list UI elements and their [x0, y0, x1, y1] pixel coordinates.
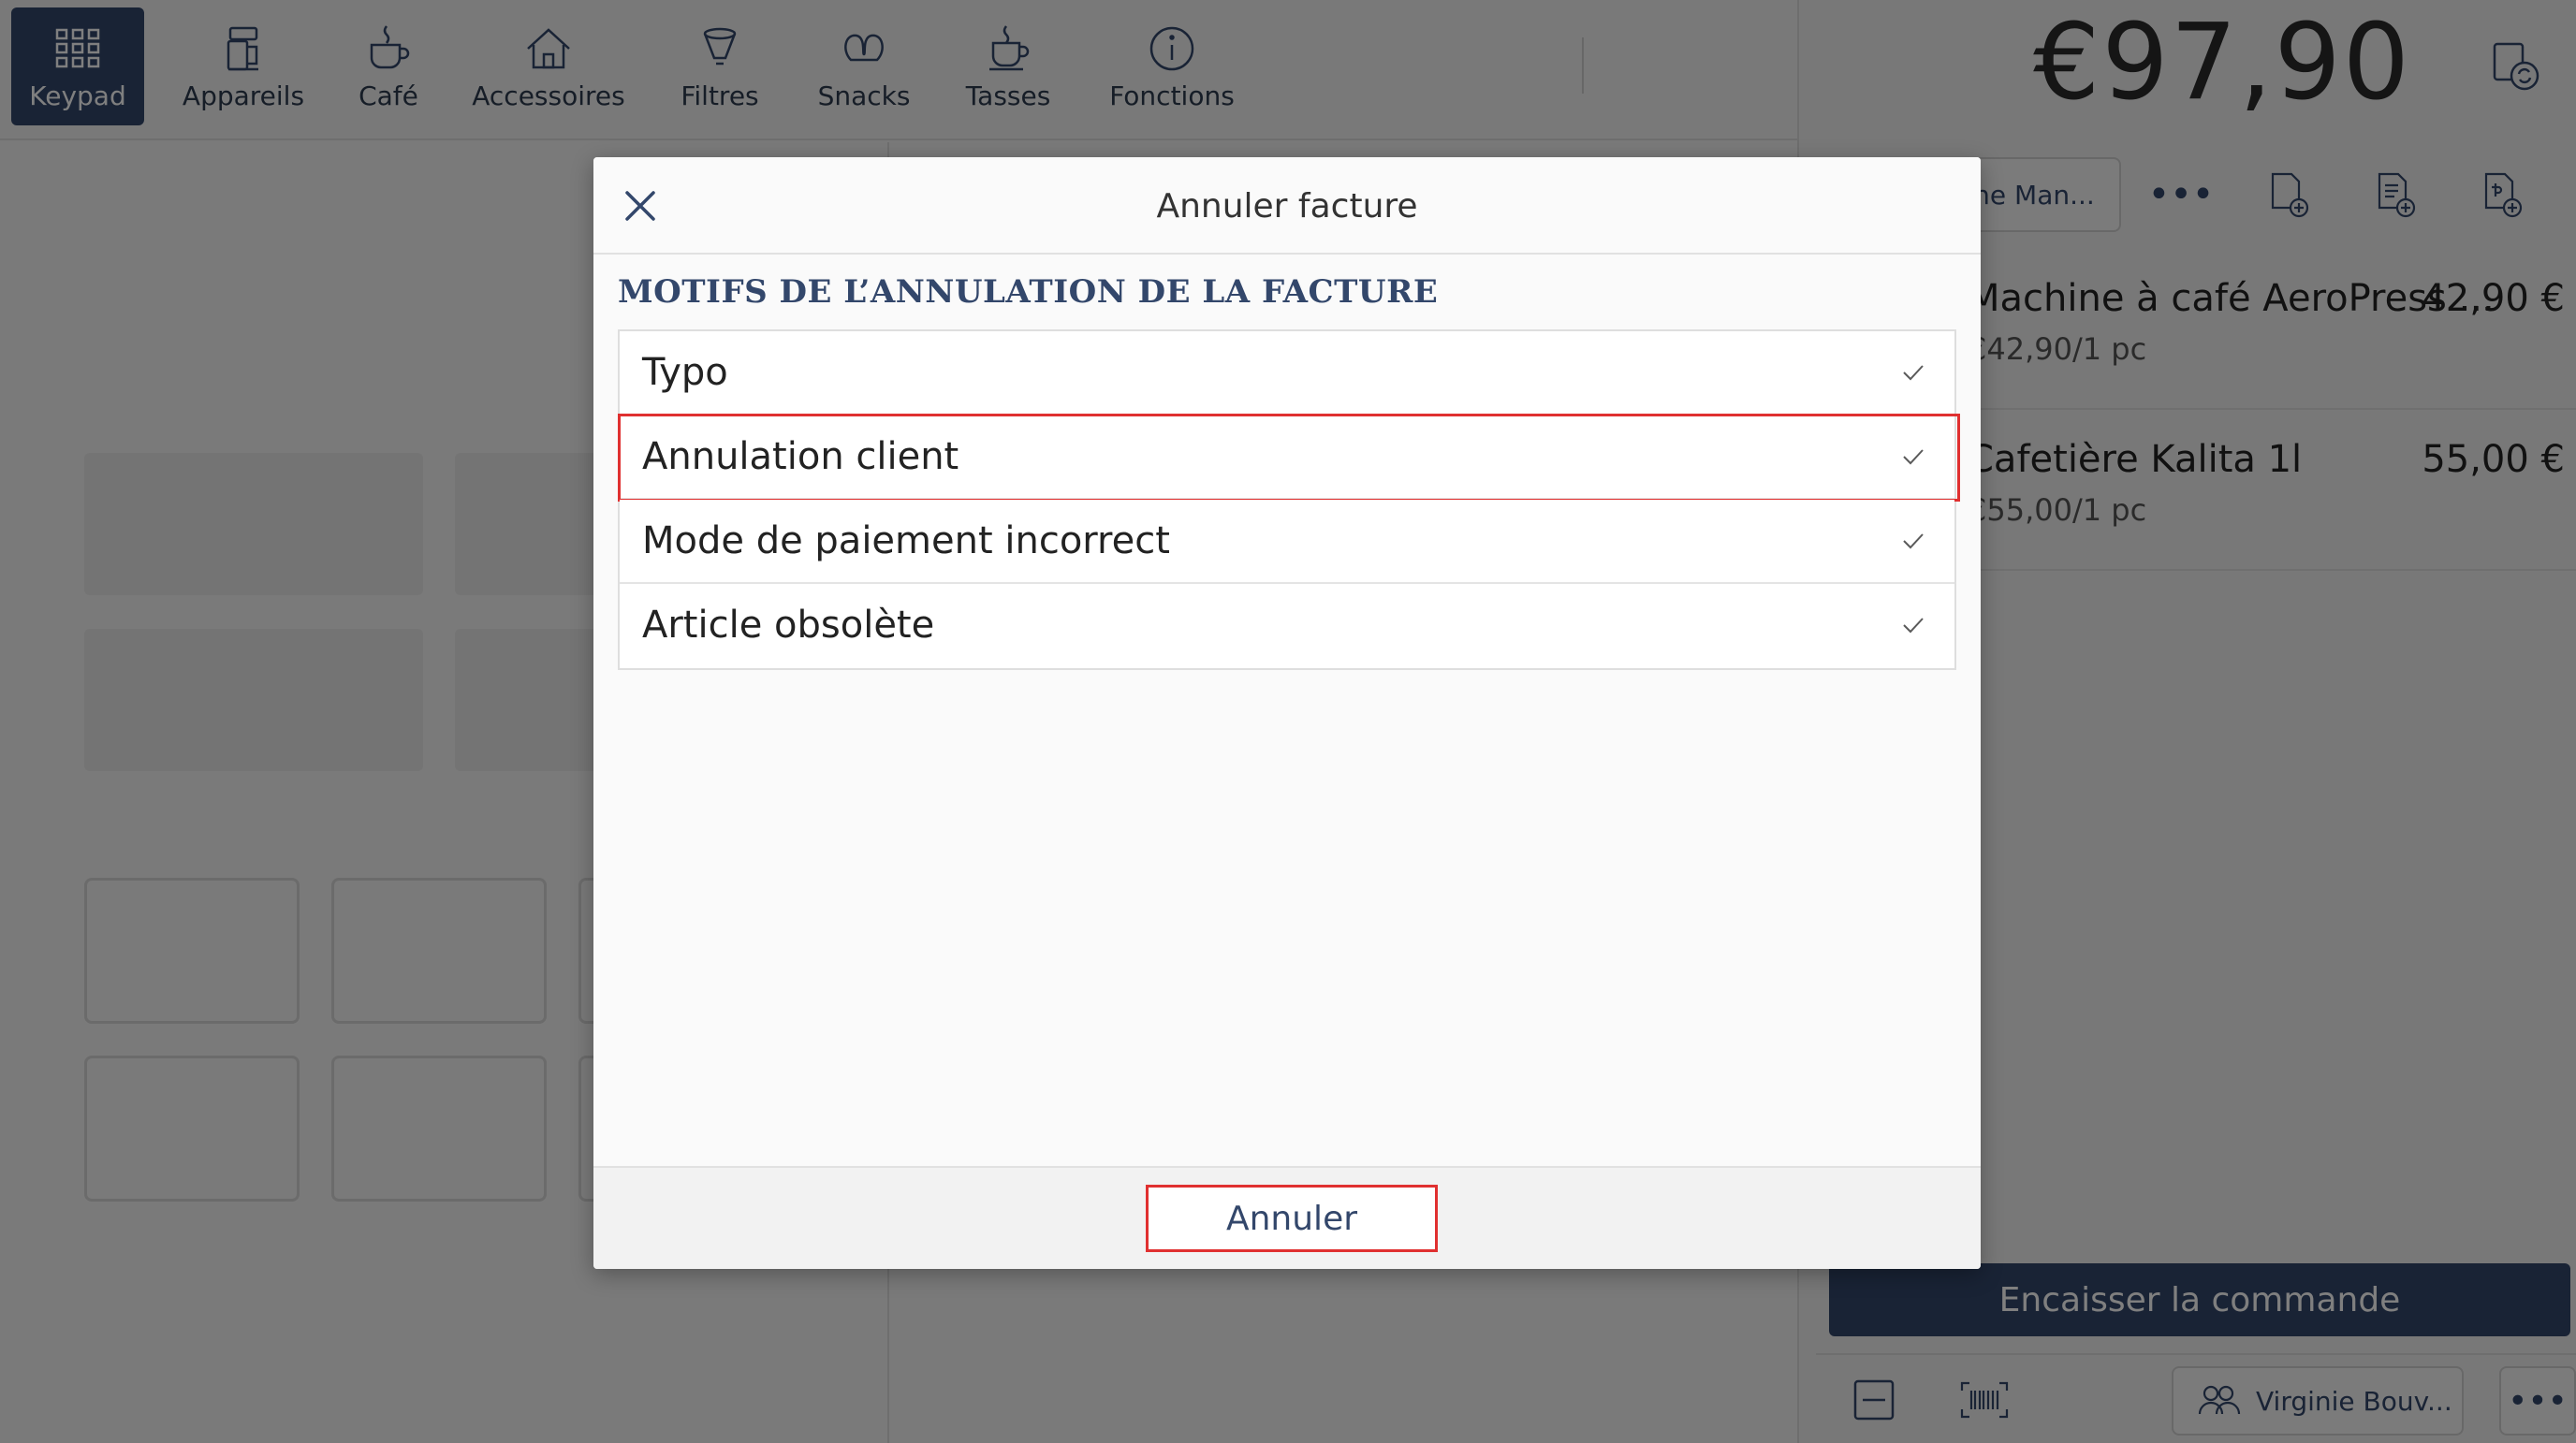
checkmark-icon	[1903, 449, 1924, 465]
dialog-footer: Annuler	[593, 1166, 1981, 1269]
reason-label: Annulation client	[642, 435, 959, 478]
cancel-button-label: Annuler	[1225, 1199, 1358, 1238]
dialog-header: Annuler facture	[593, 157, 1981, 255]
section-title: MOTIFS DE L’ANNULATION DE LA FACTURE	[618, 273, 1439, 311]
pos-app: Keypad Appareils Café	[0, 0, 2576, 1443]
reason-label: Article obsolète	[642, 604, 935, 647]
reason-item-mode-paiement[interactable]: Mode de paiement incorrect	[620, 500, 1954, 584]
reason-label: Mode de paiement incorrect	[642, 519, 1170, 562]
cancel-invoice-dialog: Annuler facture MOTIFS DE L’ANNULATION D…	[593, 157, 1981, 1269]
reason-item-article-obsolete[interactable]: Article obsolète	[620, 584, 1954, 668]
reason-label: Typo	[642, 351, 728, 394]
checkmark-icon	[1903, 533, 1924, 549]
cancel-button[interactable]: Annuler	[1146, 1185, 1438, 1252]
checkmark-icon	[1903, 618, 1924, 634]
close-icon	[625, 191, 655, 221]
reason-item-typo[interactable]: Typo	[620, 331, 1954, 415]
checkmark-icon	[1903, 365, 1924, 381]
reason-list: Typo Annulation client Mode de paiement …	[618, 329, 1960, 670]
close-button[interactable]	[612, 178, 668, 234]
reason-item-annulation-client[interactable]: Annulation client	[618, 414, 1960, 502]
dialog-title: Annuler facture	[1156, 186, 1418, 226]
